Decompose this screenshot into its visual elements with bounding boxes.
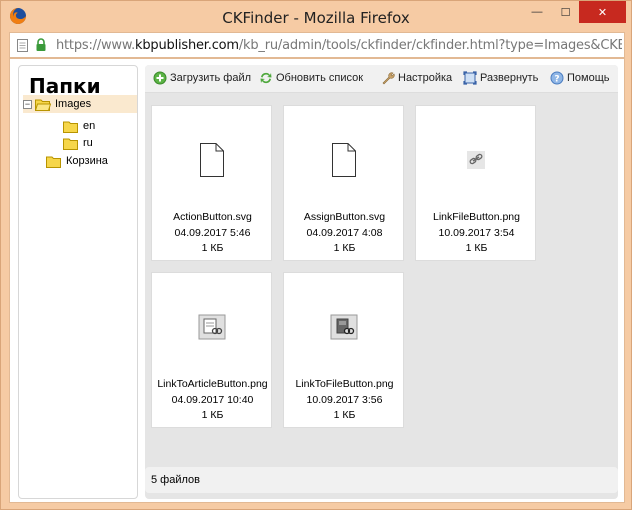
file-name: LinkToFileButton.png xyxy=(295,378,394,390)
folders-panel: Папки − Images en ru Корзина xyxy=(18,65,138,499)
file-count: 5 файлов xyxy=(151,474,200,486)
help-icon: ? xyxy=(550,71,564,85)
close-button[interactable]: ✕ xyxy=(579,1,626,23)
upload-label: Загрузить файл xyxy=(170,72,252,84)
tree-item-trash[interactable]: Корзина xyxy=(46,152,108,170)
file-tile[interactable]: ActionButton.svg 04.09.2017 5:46 1 КБ xyxy=(151,105,272,261)
tree-item-label: Корзина xyxy=(66,155,108,167)
files-panel: Загрузить файл Обновить список Настройка xyxy=(145,65,618,499)
file-grid: ActionButton.svg 04.09.2017 5:46 1 КБ As… xyxy=(145,99,618,459)
minimize-button[interactable]: — xyxy=(522,1,552,23)
file-size: 1 КБ xyxy=(201,242,224,254)
collapse-toggle[interactable]: − xyxy=(23,99,32,109)
title-bar[interactable]: CKFinder - Mozilla Firefox — ☐ ✕ xyxy=(1,1,631,32)
minimize-icon: — xyxy=(531,6,543,18)
settings-label: Настройка xyxy=(398,72,453,84)
wrench-icon xyxy=(382,72,395,85)
file-date: 04.09.2017 5:46 xyxy=(174,227,251,239)
open-folder-icon xyxy=(35,99,51,111)
link-icon xyxy=(467,151,485,169)
folder-icon xyxy=(46,156,61,168)
file-date: 10.09.2017 3:54 xyxy=(438,227,515,239)
folder-icon xyxy=(63,138,78,150)
file-name: AssignButton.svg xyxy=(303,211,386,223)
settings-button[interactable]: Настройка xyxy=(381,71,452,85)
tree-item-en[interactable]: en xyxy=(63,117,95,135)
page-info-icon[interactable] xyxy=(16,39,29,52)
maximize-window-icon: ☐ xyxy=(560,6,571,19)
svg-text:?: ? xyxy=(554,75,559,85)
blank-file-icon xyxy=(200,143,224,177)
maximize-icon xyxy=(463,71,477,85)
file-name: ActionButton.svg xyxy=(173,211,252,223)
file-tile[interactable]: LinkToArticleButton.png 04.09.2017 10:40… xyxy=(151,272,272,428)
folder-icon xyxy=(63,121,78,133)
file-date: 04.09.2017 10:40 xyxy=(171,394,254,406)
toolbar: Загрузить файл Обновить список Настройка xyxy=(145,65,618,93)
refresh-label: Обновить список xyxy=(276,72,364,84)
maximize-label: Развернуть xyxy=(480,72,539,84)
tree-item-images[interactable]: − Images xyxy=(23,95,137,113)
browser-window: CKFinder - Mozilla Firefox — ☐ ✕ https:/… xyxy=(0,0,632,510)
file-size: 1 КБ xyxy=(333,409,356,421)
page-content: Папки − Images en ru Корзина Загрузить ф… xyxy=(9,58,625,503)
upload-icon xyxy=(153,71,167,85)
file-size: 1 КБ xyxy=(465,242,488,254)
tree-item-label: en xyxy=(83,120,96,132)
help-button[interactable]: ? Помощь xyxy=(550,71,610,85)
file-tile[interactable]: LinkFileButton.png 10.09.2017 3:54 1 КБ xyxy=(415,105,536,261)
url-text[interactable]: https://www.kbpublisher.com/kb_ru/admin/… xyxy=(56,38,622,53)
tree-item-ru[interactable]: ru xyxy=(63,134,93,152)
link-file-icon xyxy=(330,314,358,340)
file-name: LinkFileButton.png xyxy=(433,211,520,223)
lock-icon[interactable] xyxy=(35,38,47,52)
refresh-button[interactable]: Обновить список xyxy=(259,71,363,85)
file-size: 1 КБ xyxy=(333,242,356,254)
file-size: 1 КБ xyxy=(201,409,224,421)
refresh-icon xyxy=(260,72,272,84)
blank-file-icon xyxy=(332,143,356,177)
tree-item-label: Images xyxy=(55,98,92,110)
file-name: LinkToArticleButton.png xyxy=(157,378,268,390)
status-bar: 5 файлов xyxy=(145,467,618,493)
help-label: Помощь xyxy=(567,72,610,84)
file-tile[interactable]: AssignButton.svg 04.09.2017 4:08 1 КБ xyxy=(283,105,404,261)
tree-item-label: ru xyxy=(83,137,93,149)
upload-button[interactable]: Загрузить файл xyxy=(153,71,251,85)
close-icon: ✕ xyxy=(597,6,608,19)
file-date: 10.09.2017 3:56 xyxy=(306,394,383,406)
file-tile[interactable]: LinkToFileButton.png 10.09.2017 3:56 1 К… xyxy=(283,272,404,428)
link-article-icon xyxy=(198,314,226,340)
maximize-button[interactable]: ☐ xyxy=(552,1,579,23)
file-date: 04.09.2017 4:08 xyxy=(306,227,383,239)
address-bar[interactable]: https://www.kbpublisher.com/kb_ru/admin/… xyxy=(9,32,625,58)
maximize-panel-button[interactable]: Развернуть xyxy=(463,71,538,85)
